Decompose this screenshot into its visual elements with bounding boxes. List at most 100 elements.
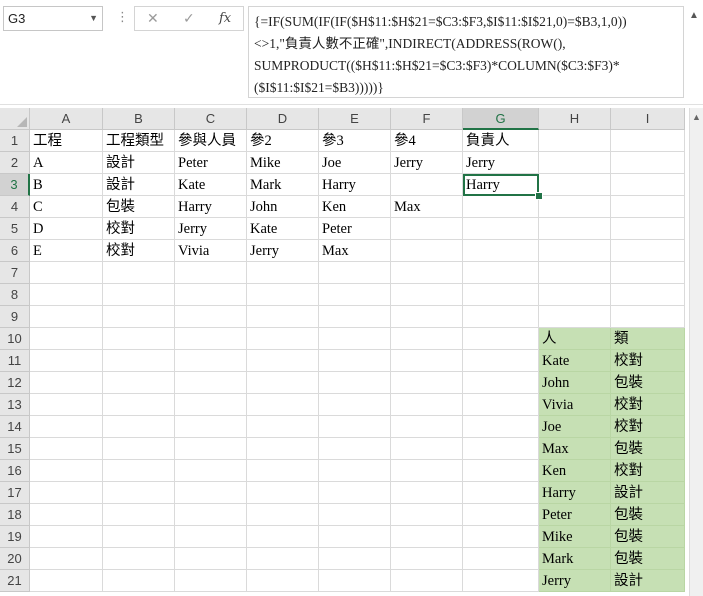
cell-b19[interactable] [103, 526, 175, 548]
cell-f17[interactable] [391, 482, 463, 504]
cell-f7[interactable] [391, 262, 463, 284]
cell-a1[interactable]: 工程 [30, 130, 103, 152]
column-header-g[interactable]: G [463, 108, 539, 130]
cell-i8[interactable] [611, 284, 685, 306]
cell-b1[interactable]: 工程類型 [103, 130, 175, 152]
cell-e9[interactable] [319, 306, 391, 328]
formula-bar-collapse[interactable]: ▲ [686, 6, 703, 98]
cell-i17[interactable]: 設計 [611, 482, 685, 504]
cell-f12[interactable] [391, 372, 463, 394]
cell-e11[interactable] [319, 350, 391, 372]
cell-c1[interactable]: 參與人員 [175, 130, 247, 152]
enter-icon[interactable]: ✓ [183, 10, 195, 27]
cancel-icon[interactable]: ✕ [147, 10, 159, 27]
cell-c12[interactable] [175, 372, 247, 394]
cell-a18[interactable] [30, 504, 103, 526]
row-header-8[interactable]: 8 [0, 284, 30, 306]
cell-e3[interactable]: Harry [319, 174, 391, 196]
cell-c3[interactable]: Kate [175, 174, 247, 196]
cell-d13[interactable] [247, 394, 319, 416]
row-header-2[interactable]: 2 [0, 152, 30, 174]
column-header-f[interactable]: F [391, 108, 463, 130]
cell-i5[interactable] [611, 218, 685, 240]
cell-d14[interactable] [247, 416, 319, 438]
cell-c19[interactable] [175, 526, 247, 548]
cell-i2[interactable] [611, 152, 685, 174]
cell-e1[interactable]: 參3 [319, 130, 391, 152]
cell-b21[interactable] [103, 570, 175, 592]
cell-g20[interactable] [463, 548, 539, 570]
cell-g12[interactable] [463, 372, 539, 394]
row-header-19[interactable]: 19 [0, 526, 30, 548]
row-header-16[interactable]: 16 [0, 460, 30, 482]
cell-c13[interactable] [175, 394, 247, 416]
row-header-7[interactable]: 7 [0, 262, 30, 284]
cell-d20[interactable] [247, 548, 319, 570]
cell-e4[interactable]: Ken [319, 196, 391, 218]
cell-e2[interactable]: Joe [319, 152, 391, 174]
cell-c7[interactable] [175, 262, 247, 284]
cell-a15[interactable] [30, 438, 103, 460]
cell-h7[interactable] [539, 262, 611, 284]
cell-d15[interactable] [247, 438, 319, 460]
cell-a13[interactable] [30, 394, 103, 416]
row-header-4[interactable]: 4 [0, 196, 30, 218]
column-header-h[interactable]: H [539, 108, 611, 130]
cell-e5[interactable]: Peter [319, 218, 391, 240]
cell-i3[interactable] [611, 174, 685, 196]
cell-h14[interactable]: Joe [539, 416, 611, 438]
cell-d7[interactable] [247, 262, 319, 284]
cell-d16[interactable] [247, 460, 319, 482]
chevron-up-icon[interactable]: ▲ [689, 10, 699, 21]
row-header-20[interactable]: 20 [0, 548, 30, 570]
cell-e15[interactable] [319, 438, 391, 460]
cell-g15[interactable] [463, 438, 539, 460]
cell-b17[interactable] [103, 482, 175, 504]
cell-a7[interactable] [30, 262, 103, 284]
insert-function-icon[interactable]: fx [219, 11, 231, 26]
cell-g21[interactable] [463, 570, 539, 592]
row-header-12[interactable]: 12 [0, 372, 30, 394]
cell-f3[interactable] [391, 174, 463, 196]
cell-g2[interactable]: Jerry [463, 152, 539, 174]
cell-h17[interactable]: Harry [539, 482, 611, 504]
cell-a5[interactable]: D [30, 218, 103, 240]
cell-c6[interactable]: Vivia [175, 240, 247, 262]
cell-a6[interactable]: E [30, 240, 103, 262]
cell-b16[interactable] [103, 460, 175, 482]
cell-d11[interactable] [247, 350, 319, 372]
cell-e19[interactable] [319, 526, 391, 548]
cell-a3[interactable]: B [30, 174, 103, 196]
cell-b11[interactable] [103, 350, 175, 372]
cell-c21[interactable] [175, 570, 247, 592]
select-all-corner[interactable] [0, 108, 30, 130]
cell-d21[interactable] [247, 570, 319, 592]
cell-a9[interactable] [30, 306, 103, 328]
cell-i9[interactable] [611, 306, 685, 328]
cell-e8[interactable] [319, 284, 391, 306]
cell-e17[interactable] [319, 482, 391, 504]
row-header-9[interactable]: 9 [0, 306, 30, 328]
cell-b3[interactable]: 設計 [103, 174, 175, 196]
cell-a11[interactable] [30, 350, 103, 372]
cell-b14[interactable] [103, 416, 175, 438]
cell-c14[interactable] [175, 416, 247, 438]
cell-e10[interactable] [319, 328, 391, 350]
cell-b15[interactable] [103, 438, 175, 460]
cell-d8[interactable] [247, 284, 319, 306]
cell-i4[interactable] [611, 196, 685, 218]
cell-c20[interactable] [175, 548, 247, 570]
cell-a2[interactable]: A [30, 152, 103, 174]
cell-h16[interactable]: Ken [539, 460, 611, 482]
cell-c8[interactable] [175, 284, 247, 306]
row-header-5[interactable]: 5 [0, 218, 30, 240]
cell-d3[interactable]: Mark [247, 174, 319, 196]
cell-d17[interactable] [247, 482, 319, 504]
row-header-17[interactable]: 17 [0, 482, 30, 504]
cell-d19[interactable] [247, 526, 319, 548]
cell-b7[interactable] [103, 262, 175, 284]
cell-h6[interactable] [539, 240, 611, 262]
cell-h9[interactable] [539, 306, 611, 328]
cell-e13[interactable] [319, 394, 391, 416]
cell-i1[interactable] [611, 130, 685, 152]
